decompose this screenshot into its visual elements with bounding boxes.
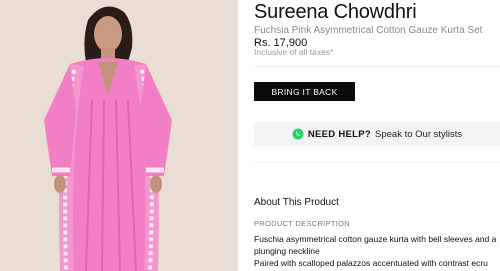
product-image[interactable]: [0, 0, 238, 271]
brand-name[interactable]: Sureena Chowdhri: [254, 1, 417, 24]
product-description-label: PRODUCT DESCRIPTION: [254, 219, 350, 228]
product-name: Fuchsia Pink Asymmetrical Cotton Gauze K…: [254, 25, 483, 36]
description-line: Fuschia asymmetrical cotton gauze kurta …: [254, 234, 497, 244]
divider: [254, 66, 500, 67]
speak-to-stylists-link[interactable]: Speak to Our stylists: [375, 129, 462, 140]
tax-note: Inclusive of all taxes*: [254, 47, 334, 57]
product-details: Sureena Chowdhri Fuchsia Pink Asymmetric…: [254, 0, 500, 271]
about-product-heading[interactable]: About This Product: [254, 197, 339, 208]
description-line: plunging neckline: [254, 246, 320, 256]
product-description: Fuschia asymmetrical cotton gauze kurta …: [254, 233, 500, 269]
need-help-title: NEED HELP?: [307, 128, 372, 140]
divider: [254, 162, 500, 163]
bring-it-back-button[interactable]: BRING IT BACK: [254, 82, 355, 101]
whatsapp-icon: [292, 128, 304, 140]
description-line: Paired with scalloped palazzos accentuat…: [254, 258, 488, 268]
need-help-bar[interactable]: NEED HELP? Speak to Our stylists: [254, 122, 500, 146]
model-illustration: [0, 0, 238, 271]
